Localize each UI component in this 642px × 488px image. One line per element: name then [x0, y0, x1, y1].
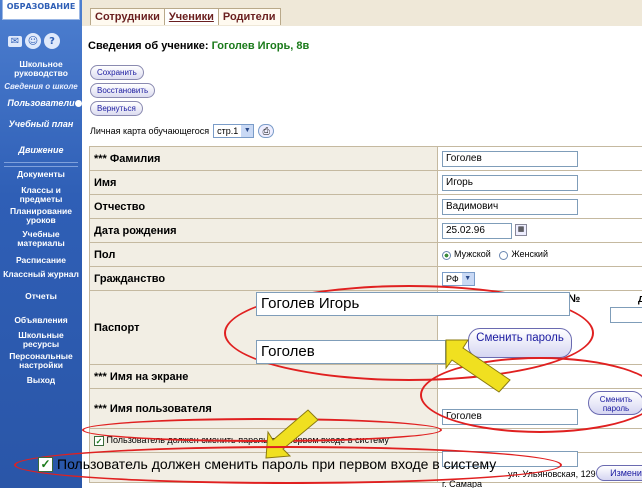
- must-change-checkbox-zoom[interactable]: ✓: [38, 456, 53, 472]
- arrow-up-left-icon: [445, 339, 511, 393]
- annotation-arrows: [265, 339, 511, 459]
- page: { "sidebar": { "logo": "ОБРАЗОВАНИЕ", "i…: [0, 0, 642, 488]
- must-change-label-zoom: Пользователь должен сменить пароль при п…: [57, 456, 497, 472]
- must-change-zoom: ✓ Пользователь должен сменить пароль при…: [38, 456, 496, 472]
